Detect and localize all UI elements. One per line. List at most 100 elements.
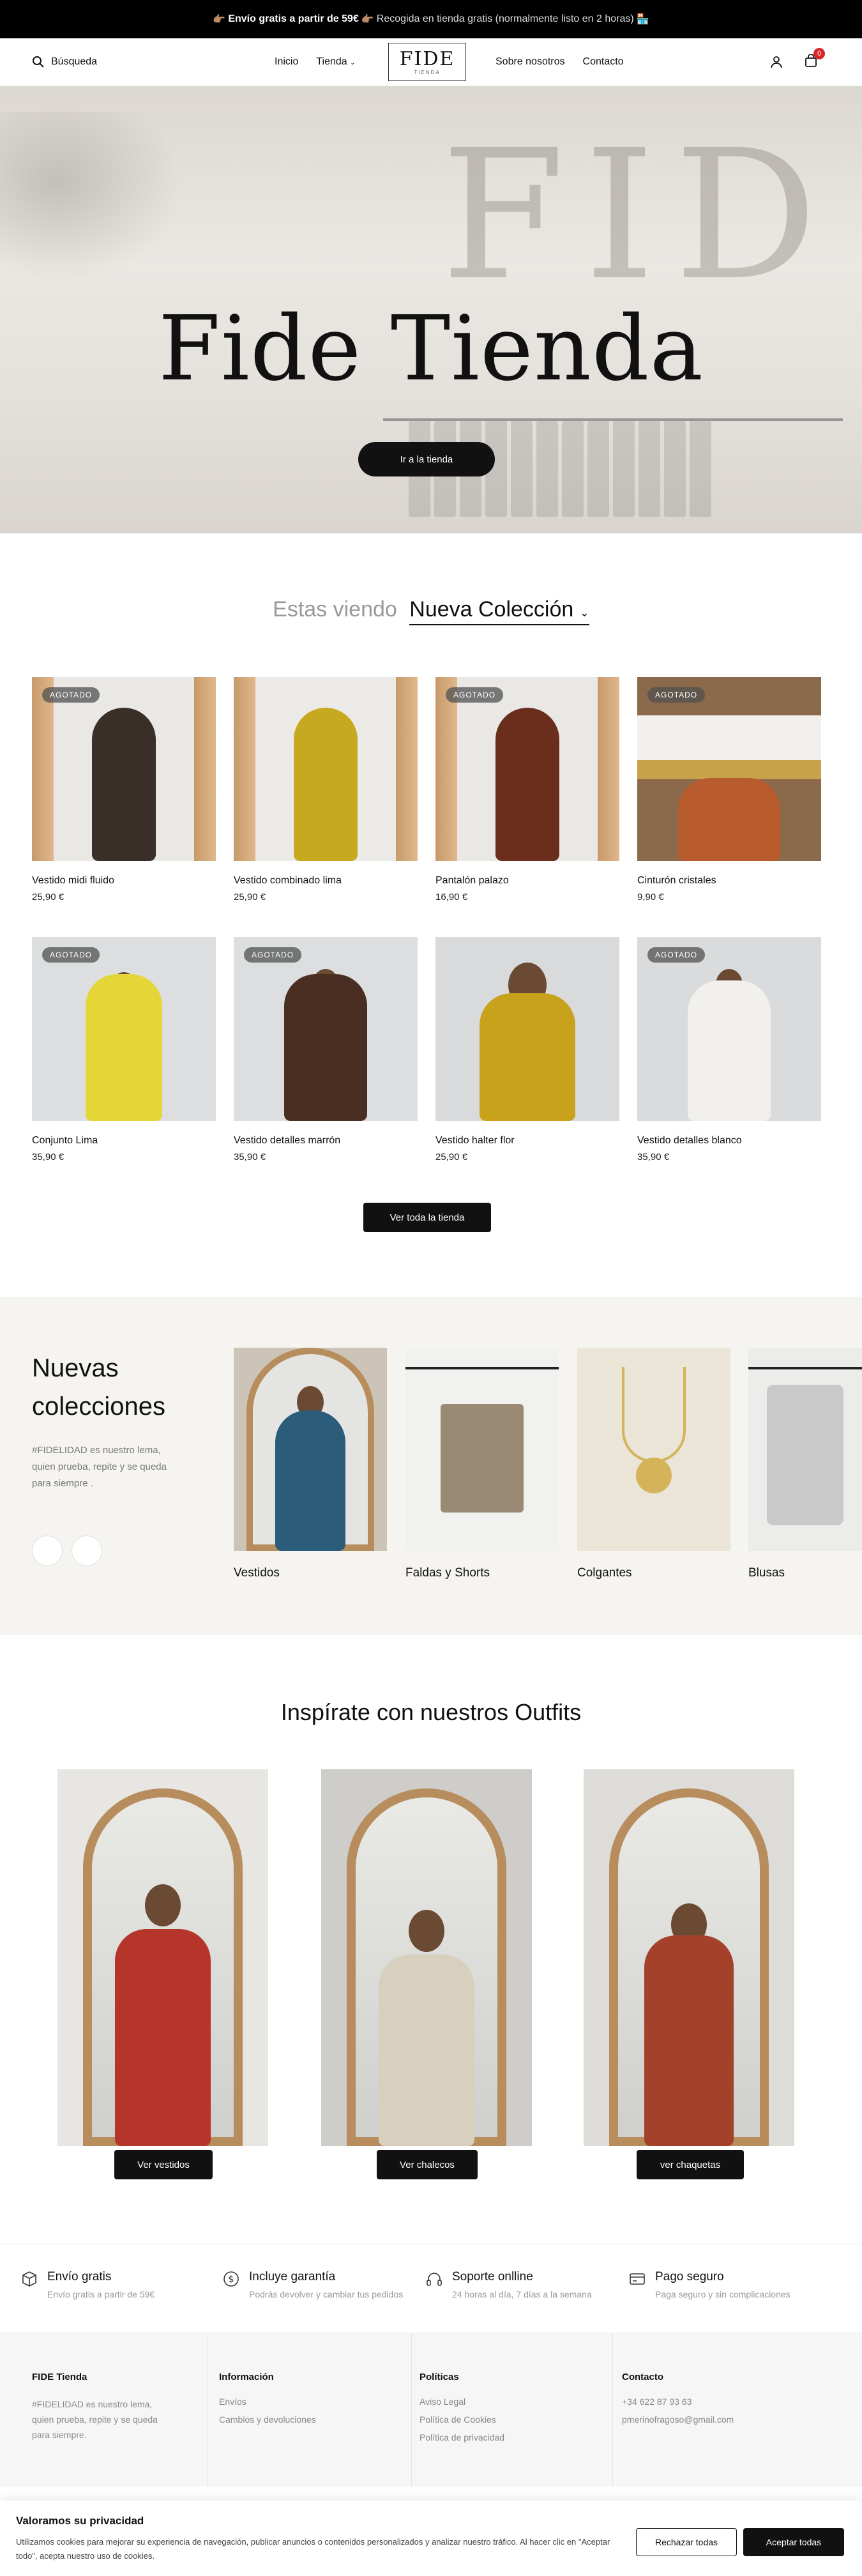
- collection-label[interactable]: Faldas y Shorts: [405, 1566, 559, 1580]
- product-name[interactable]: Vestido detalles marrón: [234, 1135, 418, 1147]
- nav-inicio[interactable]: Inicio: [275, 56, 298, 68]
- product-grid-row-1: AGOTADO Vestido midi fluido 25,90 € Vest…: [32, 677, 822, 903]
- feature-sub: 24 horas al día, 7 días a la semana: [452, 2289, 592, 2299]
- product-name[interactable]: Vestido halter flor: [435, 1135, 619, 1147]
- collection-card-blusas[interactable]: Blusas: [748, 1348, 862, 1580]
- product-card[interactable]: AGOTADO Vestido midi fluido 25,90 €: [32, 677, 216, 903]
- footer-link-envios[interactable]: Envíos: [219, 2397, 411, 2407]
- product-image[interactable]: AGOTADO: [637, 677, 821, 861]
- soldout-badge: AGOTADO: [647, 687, 706, 703]
- product-card[interactable]: AGOTADO Cinturón cristales 9,90 €: [637, 677, 821, 903]
- headset-icon: [427, 2273, 442, 2286]
- footer-info-col: Información Envíos Cambios y devolucione…: [208, 2333, 412, 2487]
- product-image[interactable]: AGOTADO: [32, 677, 216, 861]
- collection-image[interactable]: [234, 1348, 387, 1551]
- box-icon: [22, 2271, 36, 2287]
- outfit-button-chalecos[interactable]: Ver chalecos: [377, 2150, 478, 2179]
- product-name[interactable]: Pantalón palazo: [435, 875, 619, 887]
- footer-phone[interactable]: +34 622 87 93 63: [622, 2397, 862, 2407]
- outfit-card-2[interactable]: [321, 1769, 532, 2146]
- announcement-bold: Envío gratis a partir de 59€: [228, 13, 359, 24]
- product-price: 35,90 €: [637, 1152, 670, 1162]
- nav-contacto[interactable]: Contacto: [583, 56, 624, 68]
- footer-brand-col: FIDE Tienda #FIDELIDAD es nuestro lema, …: [0, 2333, 208, 2487]
- collection-selector[interactable]: Nueva Colección ⌄: [409, 597, 589, 625]
- footer-contact-title: Contacto: [622, 2372, 663, 2382]
- outfit-button-vestidos[interactable]: Ver vestidos: [114, 2150, 213, 2179]
- feature-title: Pago seguro: [655, 2270, 724, 2283]
- product-image[interactable]: AGOTADO: [435, 677, 619, 861]
- nav-sobre-nosotros[interactable]: Sobre nosotros: [495, 56, 565, 68]
- product-image[interactable]: [435, 937, 619, 1121]
- product-card[interactable]: AGOTADO Vestido detalles marrón 35,90 €: [234, 937, 418, 1162]
- footer-email[interactable]: pmerinofragoso@gmail.com: [622, 2414, 862, 2425]
- plant-shadow: [0, 112, 192, 291]
- product-name[interactable]: Vestido combinado lima: [234, 875, 418, 887]
- reject-cookies-button[interactable]: Rechazar todas: [636, 2528, 737, 2556]
- site-header: Búsqueda Inicio Tienda ⌄ FIDE TIENDA Sob…: [0, 38, 862, 86]
- hand-emoji-mid: 👉🏽: [361, 14, 374, 25]
- store-emoji: 🏪: [636, 14, 649, 25]
- shop-button[interactable]: Ir a la tienda: [358, 442, 495, 476]
- svg-text:$: $: [229, 2275, 234, 2285]
- footer-link-cookies[interactable]: Política de Cookies: [420, 2414, 612, 2425]
- product-name[interactable]: Vestido detalles blanco: [637, 1135, 821, 1147]
- product-card[interactable]: Vestido halter flor 25,90 €: [435, 937, 619, 1162]
- product-name[interactable]: Vestido midi fluido: [32, 875, 216, 887]
- prev-arrow-button[interactable]: [32, 1536, 63, 1566]
- footer-link-aviso-legal[interactable]: Aviso Legal: [420, 2397, 612, 2407]
- site-logo[interactable]: FIDE TIENDA: [388, 43, 466, 81]
- collection-image[interactable]: [405, 1348, 559, 1551]
- collection-label[interactable]: Vestidos: [234, 1566, 387, 1580]
- product-price: 9,90 €: [637, 892, 664, 903]
- collection-heading: Estas viendo Nueva Colección ⌄: [0, 597, 862, 625]
- product-image[interactable]: AGOTADO: [234, 937, 418, 1121]
- view-all-button[interactable]: Ver toda la tienda: [363, 1203, 491, 1232]
- product-price: 35,90 €: [234, 1152, 266, 1162]
- nav-tienda[interactable]: Tienda ⌄: [316, 56, 355, 68]
- footer-contact-col: Contacto +34 622 87 93 63 pmerinofragoso…: [613, 2333, 862, 2487]
- footer-policies-col: Políticas Aviso Legal Política de Cookie…: [412, 2333, 613, 2487]
- product-grid-row-2: AGOTADO Conjunto Lima 35,90 € AGOTADO Ve…: [32, 937, 822, 1162]
- announcement-text: Recogida en tienda gratis (normalmente l…: [376, 13, 634, 24]
- collection-card-faldas[interactable]: Faldas y Shorts: [405, 1348, 559, 1580]
- product-card[interactable]: AGOTADO Pantalón palazo 16,90 €: [435, 677, 619, 903]
- collection-image[interactable]: [748, 1348, 862, 1551]
- logo-text: FIDE: [399, 47, 455, 70]
- product-name[interactable]: Conjunto Lima: [32, 1135, 216, 1147]
- product-price: 25,90 €: [32, 892, 64, 903]
- product-card[interactable]: Vestido combinado lima 25,90 €: [234, 677, 418, 903]
- logo-subtext: TIENDA: [414, 69, 441, 75]
- collection-image[interactable]: [577, 1348, 730, 1551]
- search-icon: [33, 56, 44, 68]
- soldout-badge: AGOTADO: [42, 687, 100, 703]
- search-button[interactable]: Búsqueda: [32, 56, 97, 68]
- accept-cookies-button[interactable]: Aceptar todas: [743, 2528, 844, 2556]
- product-price: 25,90 €: [435, 1152, 468, 1162]
- outfit-button-chaquetas[interactable]: ver chaquetas: [637, 2150, 744, 2179]
- footer-link-privacidad[interactable]: Política de privacidad: [420, 2432, 612, 2443]
- product-name[interactable]: Cinturón cristales: [637, 875, 821, 887]
- feature-sub: Podrás devolver y cambiar tus pedidos: [249, 2289, 404, 2299]
- product-image[interactable]: [234, 677, 418, 861]
- collection-card-vestidos[interactable]: Vestidos: [234, 1348, 387, 1580]
- collection-selected: Nueva Colección: [409, 597, 574, 621]
- outfit-card-1[interactable]: [57, 1769, 268, 2146]
- carousel-arrows: [32, 1536, 102, 1566]
- cart-button[interactable]: 0: [805, 47, 825, 70]
- account-icon[interactable]: [770, 56, 783, 68]
- collection-label[interactable]: Blusas: [748, 1566, 862, 1580]
- next-arrow-button[interactable]: [72, 1536, 102, 1566]
- product-image[interactable]: AGOTADO: [32, 937, 216, 1121]
- collection-card-colgantes[interactable]: Colgantes: [577, 1348, 730, 1580]
- outfit-card-3[interactable]: [584, 1769, 794, 2146]
- footer-link-cambios[interactable]: Cambios y devoluciones: [219, 2414, 411, 2425]
- collection-label[interactable]: Colgantes: [577, 1566, 730, 1580]
- feature-item: Soporte onlline 24 horas al día, 7 días a…: [425, 2270, 592, 2299]
- product-card[interactable]: AGOTADO Vestido detalles blanco 35,90 €: [637, 937, 821, 1162]
- product-image[interactable]: AGOTADO: [637, 937, 821, 1121]
- cookie-text: Utilizamos cookies para mejorar su exper…: [16, 2537, 610, 2561]
- product-card[interactable]: AGOTADO Conjunto Lima 35,90 €: [32, 937, 216, 1162]
- features-strip: Envío gratis Envío gratis a partir de 59€…: [0, 2244, 862, 2333]
- search-label: Búsqueda: [51, 56, 98, 67]
